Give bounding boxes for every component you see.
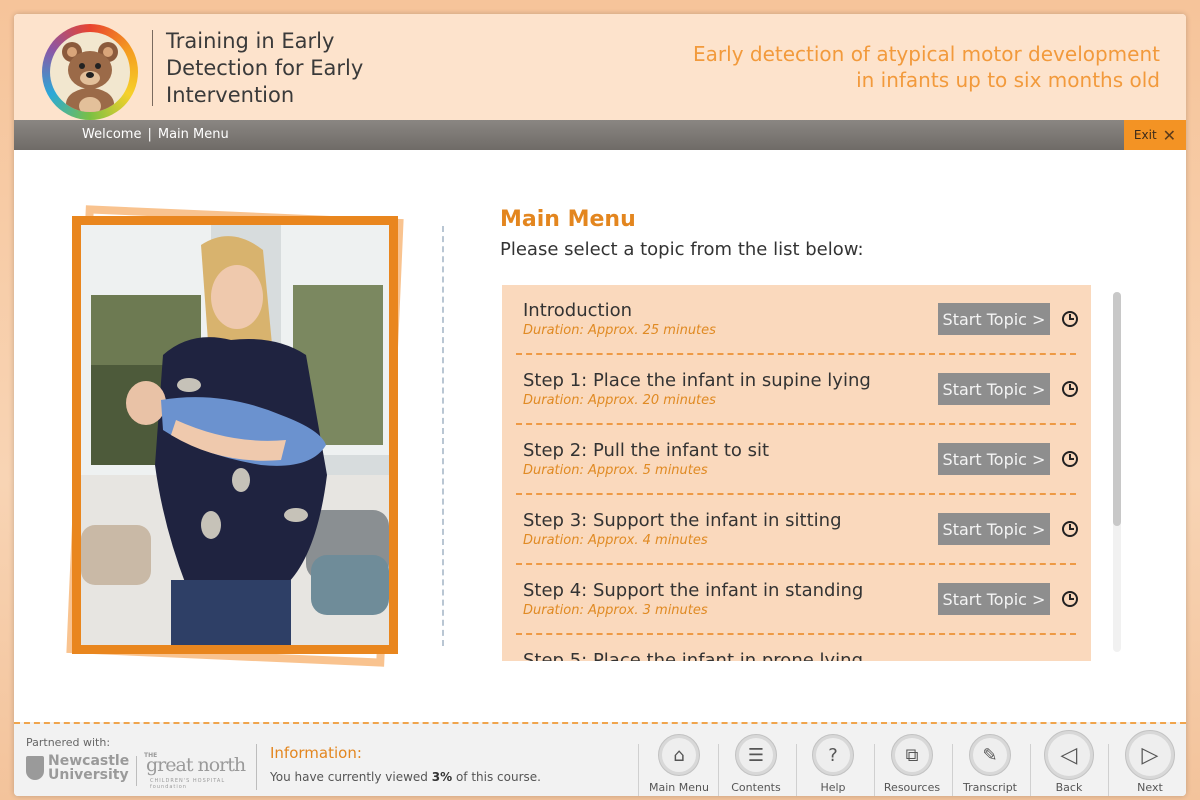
transcript-circle: ✎ [969, 734, 1011, 776]
content-divider [442, 226, 444, 646]
resources-button[interactable]: ⧉ Resources [875, 734, 949, 796]
course-title: Training in Early Detection for Early In… [166, 29, 364, 107]
back-arrow-icon: ◁ [1048, 734, 1090, 776]
topic-item: Step 2: Pull the infant to sit Duration:… [516, 425, 1078, 495]
clock-icon [1062, 591, 1078, 607]
teddy-bear-icon [50, 32, 130, 112]
back-label: Back [1055, 781, 1083, 794]
start-topic-button[interactable]: Start Topic > [938, 303, 1050, 335]
back-button[interactable]: ◁ Back [1032, 730, 1106, 796]
scrollbar-thumb[interactable] [1113, 292, 1121, 526]
topic-name: Step 1: Place the infant in supine lying [523, 370, 871, 391]
clock-icon [1062, 521, 1078, 537]
back-circle: ◁ [1044, 730, 1094, 780]
great-north-childrens-hospital-logo: THE great north CHILDREN'S HOSPITAL foun… [144, 752, 248, 790]
topic-name: Introduction [523, 300, 633, 321]
contents-label: Contents [731, 781, 781, 794]
transcript-icon: ✎ [973, 738, 1007, 772]
topic-name: Step 4: Support the infant in standing [523, 580, 864, 601]
start-topic-button[interactable]: Start Topic > [938, 513, 1050, 545]
topic-name: Step 3: Support the infant in sitting [523, 510, 842, 531]
help-icon: ? [816, 738, 850, 772]
resources-icon: ⧉ [895, 738, 929, 772]
clock-icon [1062, 381, 1078, 397]
resources-label: Resources [883, 781, 941, 794]
topic-duration: Duration: Approx. 5 minutes [523, 463, 708, 478]
page-subtitle: Please select a topic from the list belo… [500, 239, 864, 260]
footer-button-divider [1030, 744, 1031, 796]
start-topic-button[interactable]: Start Topic > [938, 373, 1050, 405]
help-circle: ? [812, 734, 854, 776]
home-icon: ⌂ [662, 738, 696, 772]
info-title: Information: [270, 744, 362, 762]
next-button[interactable]: ▷ Next [1113, 730, 1186, 796]
great-north-wordmark: great north [146, 754, 246, 776]
transcript-button[interactable]: ✎ Transcript [953, 734, 1027, 796]
progress-suffix: of this course. [452, 770, 541, 784]
transcript-label: Transcript [963, 781, 1017, 794]
logo-divider [152, 30, 153, 106]
topic-item: Step 3: Support the infant in sitting Du… [516, 495, 1078, 565]
exit-button[interactable]: Exit ✕ [1124, 120, 1186, 150]
next-circle: ▷ [1125, 730, 1175, 780]
breadcrumb-welcome[interactable]: Welcome [82, 127, 141, 142]
partner-label: Partnered with: [26, 736, 111, 749]
nav-bar: Welcome | Main Menu Exit ✕ [14, 120, 1186, 150]
help-label: Help [820, 781, 846, 794]
close-icon: ✕ [1162, 125, 1177, 145]
topic-list: Introduction Duration: Approx. 25 minute… [502, 285, 1091, 661]
resources-circle: ⧉ [891, 734, 933, 776]
topic-duration: Duration: Approx. 4 minutes [523, 533, 708, 548]
start-topic-button[interactable]: Start Topic > [938, 443, 1050, 475]
topic-duration: Duration: Approx. 3 minutes [523, 603, 708, 618]
header: Training in Early Detection for Early In… [14, 14, 1186, 120]
footer: Partnered with: Newcastle University THE… [14, 722, 1186, 796]
topic-item: Introduction Duration: Approx. 25 minute… [516, 285, 1078, 355]
topic-item: Step 5: Place the infant in prone lying [516, 635, 1076, 661]
app-frame: Training in Early Detection for Early In… [14, 14, 1186, 796]
great-north-subline: CHILDREN'S HOSPITAL foundation [150, 778, 226, 790]
clock-icon [1062, 451, 1078, 467]
tedei-logo [42, 24, 138, 120]
start-topic-button[interactable]: Start Topic > [938, 583, 1050, 615]
footer-button-divider [1108, 744, 1109, 796]
progress-prefix: You have currently viewed [270, 770, 432, 784]
contents-button[interactable]: ☰ Contents [719, 734, 793, 796]
progress-percent: 3% [431, 770, 453, 784]
footer-button-divider [638, 744, 639, 796]
topic-item: Step 1: Place the infant in supine lying… [516, 355, 1078, 425]
mother-infant-photo [72, 216, 398, 654]
main-menu-label: Main Menu [649, 781, 709, 794]
next-arrow-icon: ▷ [1129, 734, 1171, 776]
page-title: Main Menu [500, 207, 636, 232]
breadcrumb: Welcome | Main Menu [82, 127, 229, 142]
breadcrumb-main-menu[interactable]: Main Menu [158, 127, 229, 142]
main-menu-circle: ⌂ [658, 734, 700, 776]
newcastle-university-wordmark: Newcastle University [48, 753, 130, 783]
topic-duration: Duration: Approx. 25 minutes [523, 323, 716, 338]
help-button[interactable]: ? Help [796, 734, 870, 796]
course-tagline: Early detection of atypical motor develo… [693, 42, 1160, 92]
footer-divider [256, 744, 257, 790]
next-label: Next [1137, 781, 1163, 794]
exit-label: Exit [1133, 128, 1157, 142]
main-menu-button[interactable]: ⌂ Main Menu [642, 734, 716, 796]
topic-duration: Duration: Approx. 20 minutes [523, 393, 716, 408]
clock-icon [1062, 311, 1078, 327]
topic-item: Step 4: Support the infant in standing D… [516, 565, 1078, 635]
contents-circle: ☰ [735, 734, 777, 776]
breadcrumb-separator: | [147, 127, 152, 142]
partner-divider [136, 756, 137, 786]
progress-info: You have currently viewed 3% of this cou… [270, 770, 541, 784]
crest-icon [26, 756, 44, 780]
list-icon: ☰ [739, 738, 773, 772]
newcastle-university-logo: Newcastle University [26, 754, 130, 786]
topic-name: Step 2: Pull the infant to sit [523, 440, 770, 461]
topic-name: Step 5: Place the infant in prone lying [523, 650, 864, 661]
